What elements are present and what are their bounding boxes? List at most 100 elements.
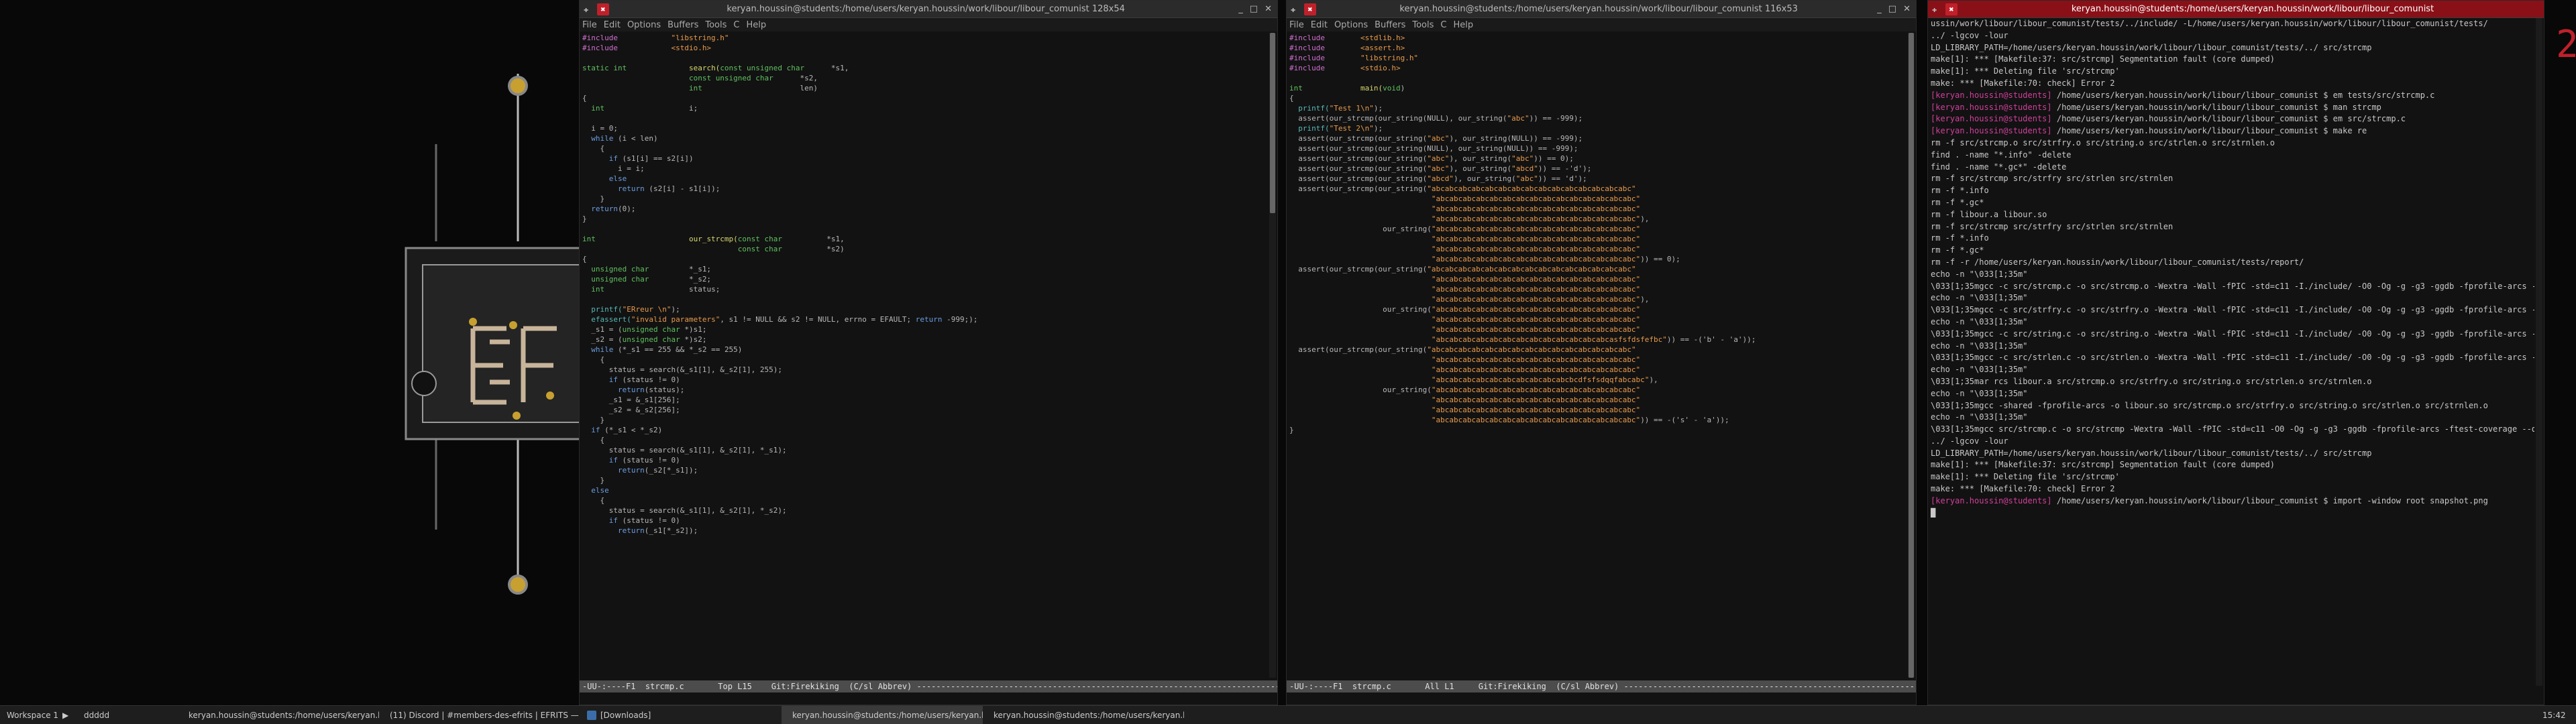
code-line[interactable]: echo -n "\033[1;35m" xyxy=(1931,316,2534,328)
code-line[interactable]: find . -name "*.info" -delete xyxy=(1931,149,2534,162)
code-line[interactable]: return(status); xyxy=(582,385,1267,395)
code-line[interactable]: ussin/work/libour/libour_comunist/tests/… xyxy=(1931,18,2534,30)
code-line[interactable]: return(_s1[*_s2]); xyxy=(582,526,1267,536)
code-line[interactable]: rm -f *.gc* xyxy=(1931,245,2534,257)
code-line[interactable]: █ xyxy=(1931,507,2534,520)
titlebar[interactable]: ✚ ✖ keryan.houssin@students:/home/users/… xyxy=(1287,1,1916,18)
menu-c[interactable]: C xyxy=(733,20,739,30)
code-line[interactable]: _s1 = (unsigned char *)s1; xyxy=(582,324,1267,335)
code-line[interactable]: assert(our_strcmp(our_string("abcabcabca… xyxy=(1289,345,1905,355)
code-line[interactable]: assert(our_strcmp(our_string("abcabcabca… xyxy=(1289,184,1905,194)
titlebar[interactable]: ✚ ✖ keryan.houssin@students:/home/users/… xyxy=(580,1,1277,18)
code-line[interactable]: status = search(&_s1[1], &_s2[1], *_s2); xyxy=(582,505,1267,516)
code-line[interactable]: rm -f *.gc* xyxy=(1931,197,2534,209)
code-line[interactable]: assert(our_strcmp(our_string("abcabcabca… xyxy=(1289,264,1905,274)
code-line[interactable]: assert(our_strcmp(our_string(NULL), our_… xyxy=(1289,143,1905,154)
menu-help[interactable]: Help xyxy=(1453,20,1473,30)
code-line[interactable] xyxy=(582,294,1267,304)
echo-area[interactable] xyxy=(1287,692,1916,705)
scrollbar-thumb[interactable] xyxy=(1909,33,1914,678)
code-line[interactable]: if (status != 0) xyxy=(582,455,1267,465)
code-line[interactable]: "abcabcabcabcabcabcabcabcabcabcabcabcabc… xyxy=(1289,355,1905,365)
code-line[interactable]: make[1]: *** Deleting file 'src/strcmp' xyxy=(1931,471,2534,483)
code-line[interactable]: { xyxy=(582,143,1267,154)
code-line[interactable]: { xyxy=(582,495,1267,505)
code-line[interactable]: unsigned char *_s2; xyxy=(582,274,1267,284)
code-line[interactable]: rm -f src/strcmp src/strfry src/strlen s… xyxy=(1931,221,2534,233)
terminal-window[interactable]: ✚ ✖ keryan.houssin@students:/home/users/… xyxy=(1927,0,2544,705)
code-line[interactable]: } xyxy=(1289,425,1905,435)
code-line[interactable]: LD_LIBRARY_PATH=/home/users/keryan.houss… xyxy=(1931,42,2534,54)
code-line[interactable]: _s2 = (unsigned char *)s2; xyxy=(582,335,1267,345)
menu-options[interactable]: Options xyxy=(1334,20,1368,30)
code-line[interactable] xyxy=(582,224,1267,234)
code-line[interactable]: #include <stdio.h> xyxy=(1289,63,1905,73)
code-line[interactable]: const char *s2) xyxy=(582,244,1267,254)
code-line[interactable]: "abcabcabcabcabcabcabcabcabcabcabcabcabc… xyxy=(1289,415,1905,425)
code-line[interactable]: if (*_s1 < *_s2) xyxy=(582,425,1267,435)
code-line[interactable]: #include "libstring.h" xyxy=(1289,53,1905,63)
code-line[interactable]: make: *** [Makefile:70: check] Error 2 xyxy=(1931,78,2534,90)
code-line[interactable]: "abcabcabcabcabcabcabcabcabcabcabcabcabc… xyxy=(1289,365,1905,375)
taskbar-item[interactable]: keryan.houssin@students:/home/users/kery… xyxy=(983,706,1184,724)
code-line[interactable]: our_string("abcabcabcabcabcabcabcabcabca… xyxy=(1289,224,1905,234)
code-line[interactable]: make[1]: *** [Makefile:37: src/strcmp] S… xyxy=(1931,54,2534,66)
minimize-button[interactable]: _ xyxy=(1238,4,1243,14)
code-line[interactable]: assert(our_strcmp(our_string(NULL), our_… xyxy=(1289,113,1905,123)
code-line[interactable]: { xyxy=(582,435,1267,445)
code-line[interactable]: rm -f libour.a libour.so xyxy=(1931,209,2534,221)
code-line[interactable]: assert(our_strcmp(our_string("abc"), our… xyxy=(1289,133,1905,143)
code-line[interactable]: printf("Test 2\n"); xyxy=(1289,123,1905,133)
code-line[interactable]: return(0); xyxy=(582,204,1267,214)
code-line[interactable]: unsigned char *_s1; xyxy=(582,264,1267,274)
taskbar-item[interactable]: [Downloads] xyxy=(580,706,782,724)
code-line[interactable]: "abcabcabcabcabcabcabcabcabcabcabcabcabc… xyxy=(1289,234,1905,244)
code-line[interactable]: if (status != 0) xyxy=(582,516,1267,526)
code-line[interactable]: [keryan.houssin@students] /home/users/ke… xyxy=(1931,125,2534,137)
code-line[interactable]: our_string("abcabcabcabcabcabcabcabcabca… xyxy=(1289,385,1905,395)
code-line[interactable]: make: *** [Makefile:70: check] Error 2 xyxy=(1931,483,2534,495)
code-area[interactable]: #include "libstring.h" #include <stdio.h>… xyxy=(580,33,1267,679)
code-line[interactable]: assert(our_strcmp(our_string("abc"), our… xyxy=(1289,154,1905,164)
titlebar[interactable]: ✚ ✖ keryan.houssin@students:/home/users/… xyxy=(1928,1,2544,18)
code-line[interactable]: ../ -lgcov -lour xyxy=(1931,30,2534,42)
code-line[interactable]: \033[1;35mgcc -c src/string.c -o src/str… xyxy=(1931,328,2534,341)
code-line[interactable]: i = i; xyxy=(582,164,1267,174)
code-line[interactable]: "abcabcabcabcabcabcabcabcabcabcabcabcabc… xyxy=(1289,274,1905,284)
echo-area[interactable] xyxy=(580,692,1277,705)
code-line[interactable]: \033[1;35mgcc -c src/strcmp.c -o src/str… xyxy=(1931,281,2534,293)
menu-file[interactable]: File xyxy=(1289,20,1304,30)
code-line[interactable]: { xyxy=(582,355,1267,365)
code-line[interactable]: int status; xyxy=(582,284,1267,294)
code-line[interactable]: echo -n "\033[1;35m" xyxy=(1931,388,2534,400)
code-line[interactable]: "abcabcabcabcabcabcabcabcabcabcabcabcabc… xyxy=(1289,395,1905,405)
code-line[interactable]: int i; xyxy=(582,103,1267,113)
pin-icon[interactable]: ✚ xyxy=(1932,5,1941,14)
code-line[interactable]: make[1]: *** [Makefile:37: src/strcmp] S… xyxy=(1931,459,2534,471)
code-line[interactable] xyxy=(1289,73,1905,83)
code-line[interactable]: rm -f -r /home/users/keryan.houssin/work… xyxy=(1931,257,2534,269)
code-line[interactable]: } xyxy=(582,415,1267,425)
code-line[interactable]: status = search(&_s1[1], &_s2[1], *_s1); xyxy=(582,445,1267,455)
code-line[interactable]: echo -n "\033[1;35m" xyxy=(1931,341,2534,353)
taskbar-item[interactable]: (11) Discord | #members-des-efrits | EFR… xyxy=(379,706,580,724)
vertical-scrollbar[interactable] xyxy=(1269,33,1276,678)
code-line[interactable]: { xyxy=(1289,93,1905,103)
maximize-button[interactable]: □ xyxy=(1888,4,1896,14)
menu-tools[interactable]: Tools xyxy=(705,20,727,30)
code-line[interactable]: ../ -lgcov -lour xyxy=(1931,436,2534,448)
menu-file[interactable]: File xyxy=(582,20,597,30)
code-area[interactable]: #include <stdlib.h> #include <assert.h> #i… xyxy=(1287,33,1905,679)
menu-options[interactable]: Options xyxy=(627,20,661,30)
code-line[interactable]: echo -n "\033[1;35m" xyxy=(1931,269,2534,281)
code-line[interactable]: "abcabcabcabcabcabcabcabcabcabcabcabcabc… xyxy=(1289,314,1905,324)
pin-icon[interactable]: ✚ xyxy=(584,5,593,14)
code-line[interactable]: _s2 = &_s2[256]; xyxy=(582,405,1267,415)
code-line[interactable]: "abcabcabcabcabcabcabcabcabcabcabcabcabc… xyxy=(1289,204,1905,214)
code-line[interactable]: echo -n "\033[1;35m" xyxy=(1931,364,2534,376)
code-line[interactable]: echo -n "\033[1;35m" xyxy=(1931,412,2534,424)
code-line[interactable]: rm -f *.info xyxy=(1931,233,2534,245)
code-line[interactable]: #include <stdlib.h> xyxy=(1289,33,1905,43)
code-line[interactable]: [keryan.houssin@students] /home/users/ke… xyxy=(1931,90,2534,102)
code-line[interactable]: printf("ERreur \n"); xyxy=(582,304,1267,314)
